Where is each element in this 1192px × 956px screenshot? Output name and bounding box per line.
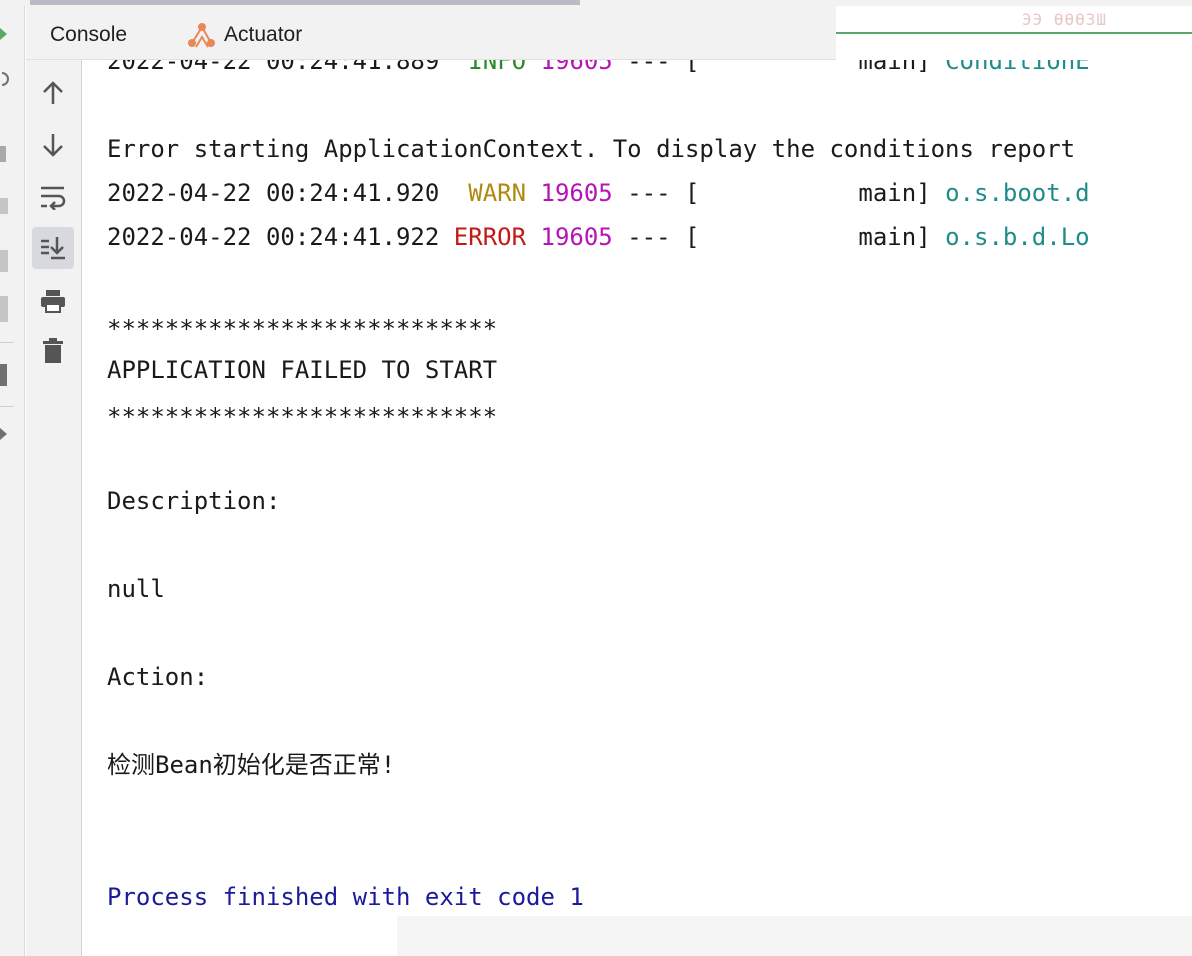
scroll-down-button[interactable] — [32, 124, 74, 166]
soft-wrap-button[interactable] — [32, 176, 74, 218]
log-timestamp: 2022-04-22 00:24:41.922 — [107, 223, 440, 251]
log-pid: 19605 — [540, 223, 613, 251]
bottom-status-area — [397, 916, 1192, 956]
failed-title: APPLICATION FAILED TO START — [107, 356, 498, 384]
tab-actuator-label: Actuator — [224, 23, 303, 46]
actuator-icon — [188, 23, 215, 48]
tab-console[interactable]: Console — [50, 20, 127, 50]
run-icon[interactable] — [0, 28, 8, 40]
tool-window-tabbar: Console Actuator — [26, 6, 836, 60]
log-line-error: 2022-04-22 00:24:41.922 ERROR 19605 --- … — [107, 222, 1090, 252]
action-value: 检测Bean初始化是否正常! — [107, 751, 396, 779]
log-pid: 19605 — [540, 60, 613, 75]
log-logger: o.s.b.d.Lo — [945, 223, 1090, 251]
scroll-to-end-icon — [41, 237, 65, 260]
description-label: Description: — [107, 487, 281, 515]
rerun-icon[interactable] — [0, 70, 10, 88]
log-line-info: 2022-04-22 00:24:41.889 INFO 19605 --- [… — [107, 60, 1090, 76]
stars-bottom: *************************** — [107, 403, 498, 431]
log-level-warn: WARN — [439, 179, 527, 207]
log-thread: main] — [699, 179, 931, 207]
log-separator: --- [ — [612, 60, 700, 75]
tab-console-label: Console — [50, 23, 128, 46]
scroll-up-button[interactable] — [32, 72, 74, 114]
log-logger: o.s.boot.d — [945, 179, 1090, 207]
faint-header-text: ЭЭ ӨӨӨЗШ — [1022, 10, 1108, 29]
console-toolbar — [26, 60, 82, 956]
console-output[interactable]: 2022-04-22 00:24:41.889 INFO 19605 --- [… — [83, 60, 1192, 956]
clear-all-button[interactable] — [32, 330, 74, 372]
scroll-up-icon — [43, 81, 63, 104]
top-progress-bar — [30, 0, 580, 5]
strip-marker — [0, 296, 8, 322]
strip-divider — [0, 406, 14, 407]
scroll-down-icon — [43, 134, 63, 157]
process-finished-line: Process finished with exit code 1 — [107, 883, 584, 911]
outer-tool-strip — [0, 6, 25, 956]
print-icon — [41, 290, 65, 313]
log-separator: --- [ — [612, 179, 700, 207]
log-thread: main] — [699, 223, 931, 251]
tab-actuator[interactable]: Actuator — [186, 20, 302, 50]
stars-top: *************************** — [107, 315, 498, 343]
log-level-error: ERROR — [439, 223, 527, 251]
log-level-info: INFO — [453, 60, 527, 75]
strip-marker — [0, 250, 8, 272]
log-timestamp: 2022-04-22 00:24:41.889 — [107, 60, 440, 75]
strip-marker — [0, 198, 8, 214]
strip-marker — [0, 146, 6, 162]
expand-icon[interactable] — [0, 428, 8, 440]
log-line-warn: 2022-04-22 00:24:41.920 WARN 19605 --- [… — [107, 178, 1090, 208]
log-pid: 19605 — [540, 179, 613, 207]
action-label: Action: — [107, 663, 209, 691]
log-logger: ConditionE — [945, 60, 1090, 75]
strip-marker — [0, 364, 7, 386]
description-value: null — [107, 575, 165, 603]
print-button[interactable] — [32, 280, 74, 322]
soft-wrap-icon — [41, 186, 66, 210]
log-separator: --- [ — [612, 223, 700, 251]
log-timestamp: 2022-04-22 00:24:41.920 — [107, 179, 440, 207]
status-line — [836, 32, 1192, 34]
scroll-to-end-button[interactable] — [32, 227, 74, 269]
trash-icon — [43, 338, 63, 363]
error-starting-line: Error starting ApplicationContext. To di… — [107, 135, 1076, 163]
strip-divider — [0, 342, 14, 343]
log-thread: main] — [699, 60, 931, 75]
